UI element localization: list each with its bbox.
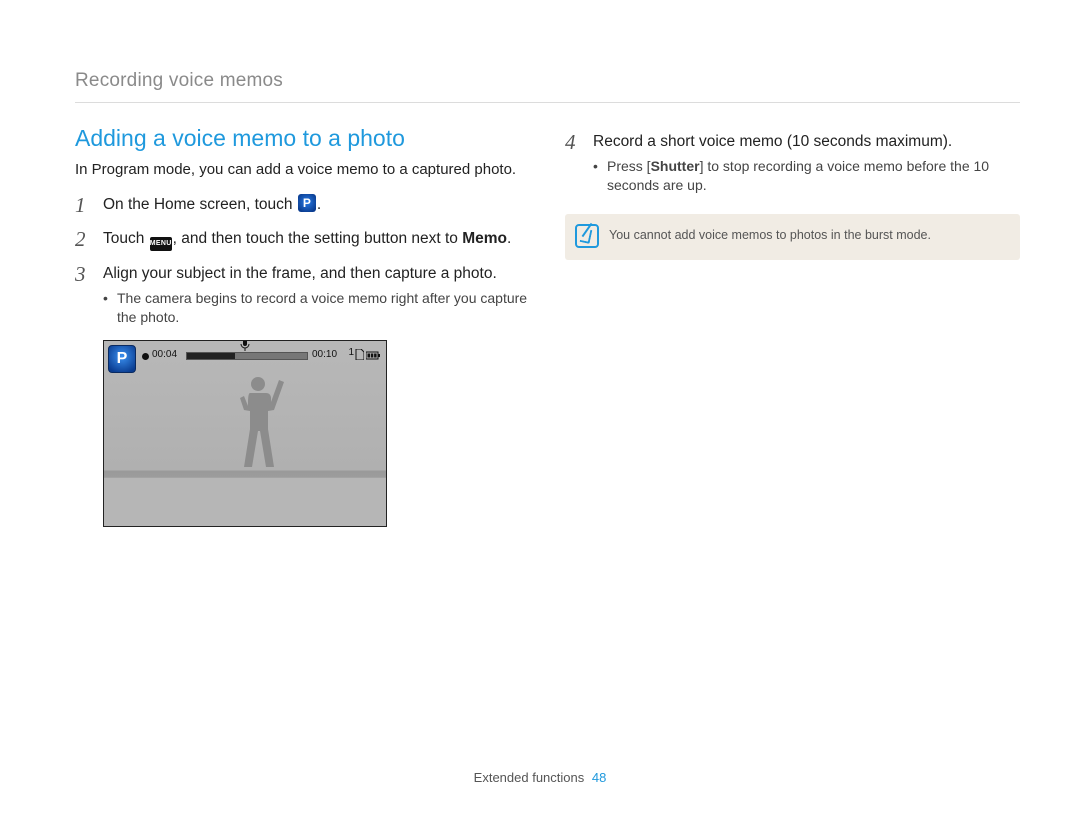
step-4: 4 Record a short voice memo (10 seconds … xyxy=(565,131,1020,196)
manual-page: Recording voice memos Adding a voice mem… xyxy=(0,0,1080,815)
step-2-pre: Touch xyxy=(103,230,149,247)
step-number: 1 xyxy=(75,191,86,220)
step-4-sub1: Press [Shutter] to stop recording a voic… xyxy=(593,157,1020,196)
storage-icon xyxy=(355,347,364,365)
step-1-post: . xyxy=(317,196,321,213)
elapsed-time: 00:04 xyxy=(152,349,177,360)
shot-count: 1 xyxy=(348,347,354,358)
step-4-sublist: Press [Shutter] to stop recording a voic… xyxy=(593,155,1020,196)
step-2: 2 Touch MENU, and then touch the setting… xyxy=(75,228,530,251)
footer-section: Extended functions xyxy=(474,770,585,785)
right-column: 4 Record a short voice memo (10 seconds … xyxy=(565,125,1020,527)
menu-icon: MENU xyxy=(150,237,172,251)
section-title: Adding a voice memo to a photo xyxy=(75,125,530,152)
breadcrumb: Recording voice memos xyxy=(75,70,1020,103)
tip-box: You cannot add voice memos to photos in … xyxy=(565,214,1020,260)
battery-icon xyxy=(366,347,380,365)
left-column: Adding a voice memo to a photo In Progra… xyxy=(75,125,530,527)
step-number: 3 xyxy=(75,260,86,289)
steps-list-right: 4 Record a short voice memo (10 seconds … xyxy=(565,131,1020,196)
note-icon xyxy=(575,224,599,248)
step-3-sub1: The camera begins to record a voice memo… xyxy=(103,289,530,328)
intro-text: In Program mode, you can add a voice mem… xyxy=(75,160,530,180)
step-4-sub1-pre: Press [ xyxy=(607,158,651,174)
page-footer: Extended functions 48 xyxy=(0,770,1080,785)
step-3-sublist: The camera begins to record a voice memo… xyxy=(103,287,530,328)
microphone-icon xyxy=(240,340,250,354)
record-progress-fill xyxy=(187,353,235,359)
person-silhouette-icon xyxy=(228,371,288,491)
steps-list: 1 On the Home screen, touch . 2 Touch ME… xyxy=(75,194,530,328)
step-1-pre: On the Home screen, touch xyxy=(103,196,297,213)
footer-page-number: 48 xyxy=(592,770,606,785)
content-columns: Adding a voice memo to a photo In Progra… xyxy=(75,125,1020,527)
step-1: 1 On the Home screen, touch . xyxy=(75,194,530,216)
camera-preview-illustration: 00:04 00:10 1 xyxy=(103,340,387,527)
total-time: 00:10 xyxy=(312,349,337,360)
step-2-mid: , and then touch the setting button next… xyxy=(173,230,463,247)
step-number: 2 xyxy=(75,225,86,254)
tip-text: You cannot add voice memos to photos in … xyxy=(609,224,931,245)
record-dot-icon xyxy=(142,353,149,360)
step-2-post: . xyxy=(507,230,511,247)
step-4-sub1-bold: Shutter xyxy=(651,158,700,174)
program-mode-icon xyxy=(298,194,316,212)
step-3-text: Align your subject in the frame, and the… xyxy=(103,265,497,282)
program-badge-icon xyxy=(108,345,136,373)
step-3: 3 Align your subject in the frame, and t… xyxy=(75,263,530,328)
step-4-text: Record a short voice memo (10 seconds ma… xyxy=(593,133,952,150)
step-number: 4 xyxy=(565,128,576,157)
step-2-bold: Memo xyxy=(462,230,507,247)
